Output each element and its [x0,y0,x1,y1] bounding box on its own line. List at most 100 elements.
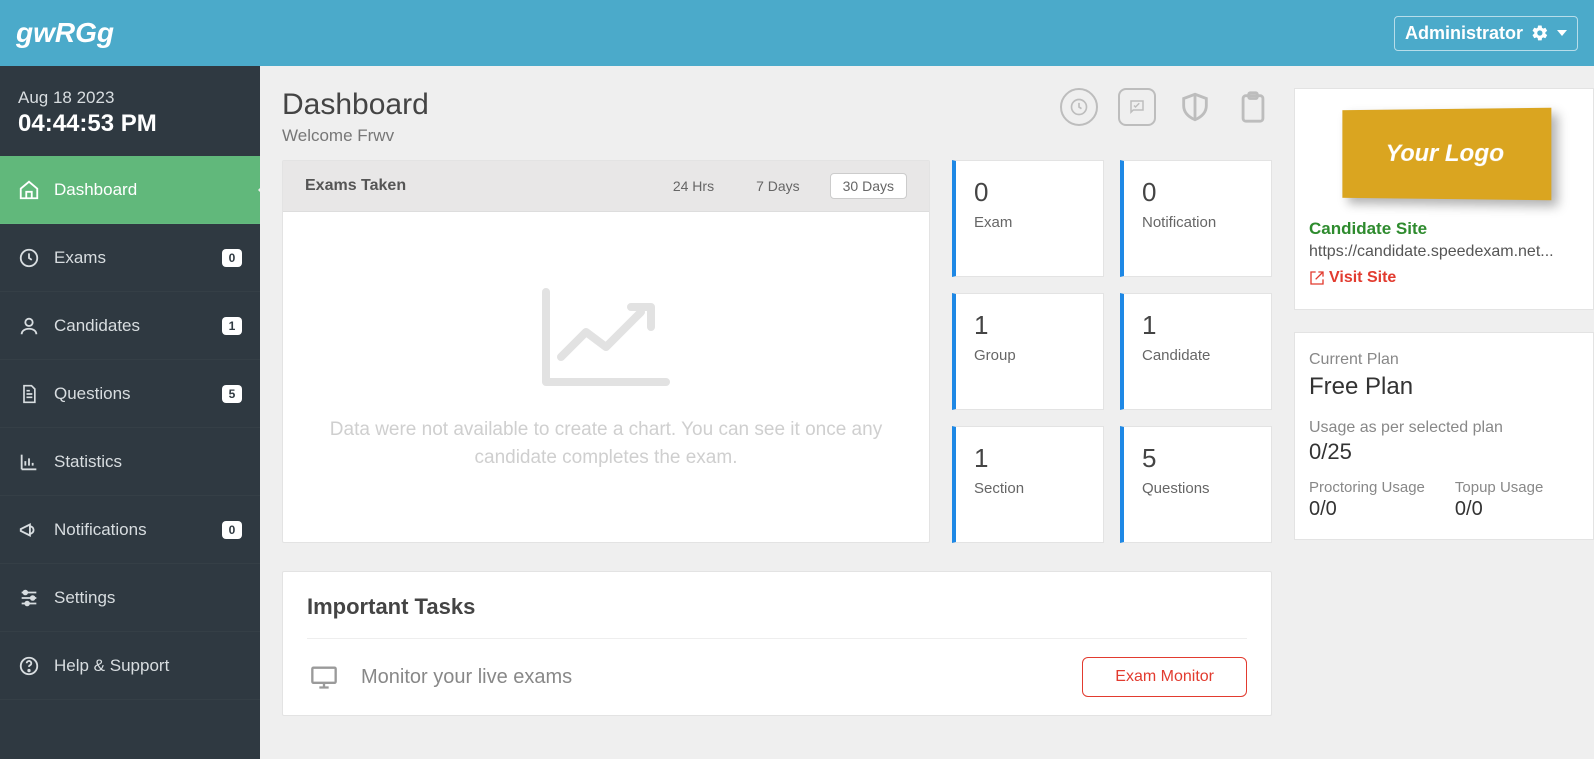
proctoring-label: Proctoring Usage [1309,479,1425,496]
sidebar-item-label: Notifications [54,520,208,540]
admin-menu-button[interactable]: Administrator [1394,16,1578,51]
your-logo: Your Logo [1342,108,1551,201]
head-icons [1060,88,1272,126]
stat-candidate[interactable]: 1 Candidate [1120,293,1272,410]
stat-label: Exam [974,214,1085,231]
stat-label: Questions [1142,480,1253,497]
sidebar-badge: 0 [222,249,242,267]
help-icon [18,655,40,677]
task-row: Monitor your live exams Exam Monitor [307,638,1247,715]
chart-header: Exams Taken 24 Hrs 7 Days 30 Days [283,161,929,212]
welcome-text: Welcome Frwv [282,126,429,146]
clock-icon [18,247,40,269]
stat-group[interactable]: 1 Group [952,293,1104,410]
sidebar: Aug 18 2023 04:44:53 PM Dashboard Exams … [0,66,260,759]
topbar: gwRGg Administrator [0,0,1594,66]
range-tabs: 24 Hrs 7 Days 30 Days [661,173,907,199]
stat-notification[interactable]: 0 Notification [1120,160,1272,277]
brand: gwRGg [16,17,114,49]
chart-empty-message: Data were not available to create a char… [303,416,909,473]
home-icon [18,179,40,201]
current-plan-label: Current Plan [1309,351,1579,369]
document-icon [18,383,40,405]
plan-card: Current Plan Free Plan Usage as per sele… [1294,332,1594,540]
stat-label: Candidate [1142,347,1253,364]
sidebar-nav: Dashboard Exams 0 Candidates 1 Questions… [0,156,260,700]
stat-value: 1 [1142,310,1253,341]
stat-questions[interactable]: 5 Questions [1120,426,1272,543]
monitor-icon [307,663,341,691]
page-head: Dashboard Welcome Frwv [282,88,1272,146]
sidebar-item-help[interactable]: Help & Support [0,632,260,700]
sidebar-badge: 1 [222,317,242,335]
sidebar-item-label: Candidates [54,316,208,336]
datetime: Aug 18 2023 04:44:53 PM [0,66,260,156]
important-tasks-title: Important Tasks [307,594,1247,620]
topup-label: Topup Usage [1455,479,1543,496]
sidebar-item-settings[interactable]: Settings [0,564,260,632]
visit-site-link[interactable]: Visit Site [1309,269,1396,287]
visit-site-label: Visit Site [1329,269,1396,287]
chart-body: Data were not available to create a char… [283,212,929,542]
sidebar-item-label: Questions [54,384,208,404]
sidebar-item-label: Dashboard [54,180,242,200]
chart-icon [18,451,40,473]
admin-menu-label: Administrator [1405,23,1523,44]
logo-card: Your Logo Candidate Site https://candida… [1294,88,1594,310]
range-24h[interactable]: 24 Hrs [661,174,726,198]
sidebar-item-notifications[interactable]: Notifications 0 [0,496,260,564]
sidebar-item-label: Help & Support [54,656,242,676]
clipboard-icon[interactable] [1234,88,1272,126]
page-title: Dashboard [282,88,429,122]
user-icon [18,315,40,337]
stat-value: 0 [1142,177,1253,208]
sidebar-item-label: Exams [54,248,208,268]
stat-value: 1 [974,443,1085,474]
task-text: Monitor your live exams [361,666,572,689]
sidebar-item-label: Statistics [54,452,242,472]
main: Dashboard Welcome Frwv Exams Taken [260,66,1594,759]
candidate-site-title: Candidate Site [1309,219,1579,239]
candidate-site-url: https://candidate.speedexam.net... [1309,243,1579,261]
task-label: Monitor your live exams [307,663,572,691]
chevron-down-icon [1557,30,1567,36]
chart-placeholder-icon [536,282,676,392]
sidebar-item-exams[interactable]: Exams 0 [0,224,260,292]
right-column: Your Logo Candidate Site https://candida… [1294,88,1594,737]
sliders-icon [18,587,40,609]
stat-exam[interactable]: 0 Exam [952,160,1104,277]
sidebar-date: Aug 18 2023 [18,88,242,108]
important-tasks-card: Important Tasks Monitor your live exams … [282,571,1272,716]
sidebar-item-questions[interactable]: Questions 5 [0,360,260,428]
stat-value: 1 [974,310,1085,341]
usage-label: Usage as per selected plan [1309,419,1579,437]
stat-value: 0 [974,177,1085,208]
megaphone-icon [18,519,40,541]
stat-label: Notification [1142,214,1253,231]
stat-section[interactable]: 1 Section [952,426,1104,543]
stat-grid: 0 Exam 0 Notification 1 Group 1 Candidate 1 S… [952,160,1272,543]
sidebar-item-statistics[interactable]: Statistics [0,428,260,496]
gear-icon [1531,24,1549,42]
sidebar-item-label: Settings [54,588,242,608]
stat-value: 5 [1142,443,1253,474]
stat-label: Section [974,480,1085,497]
recent-icon[interactable] [1060,88,1098,126]
sidebar-item-dashboard[interactable]: Dashboard [0,156,260,224]
sidebar-time: 04:44:53 PM [18,110,242,138]
stat-label: Group [974,347,1085,364]
proctoring-value: 0/0 [1309,498,1425,521]
range-30d[interactable]: 30 Days [830,173,907,199]
exam-monitor-button[interactable]: Exam Monitor [1082,657,1247,697]
shield-icon[interactable] [1176,88,1214,126]
range-7d[interactable]: 7 Days [744,174,812,198]
chart-title: Exams Taken [305,177,406,195]
sidebar-item-candidates[interactable]: Candidates 1 [0,292,260,360]
sidebar-badge: 5 [222,385,242,403]
topup-value: 0/0 [1455,498,1543,521]
plan-name: Free Plan [1309,373,1579,401]
sidebar-badge: 0 [222,521,242,539]
exams-taken-card: Exams Taken 24 Hrs 7 Days 30 Days [282,160,930,543]
review-icon[interactable] [1118,88,1156,126]
usage-value: 0/25 [1309,439,1579,465]
